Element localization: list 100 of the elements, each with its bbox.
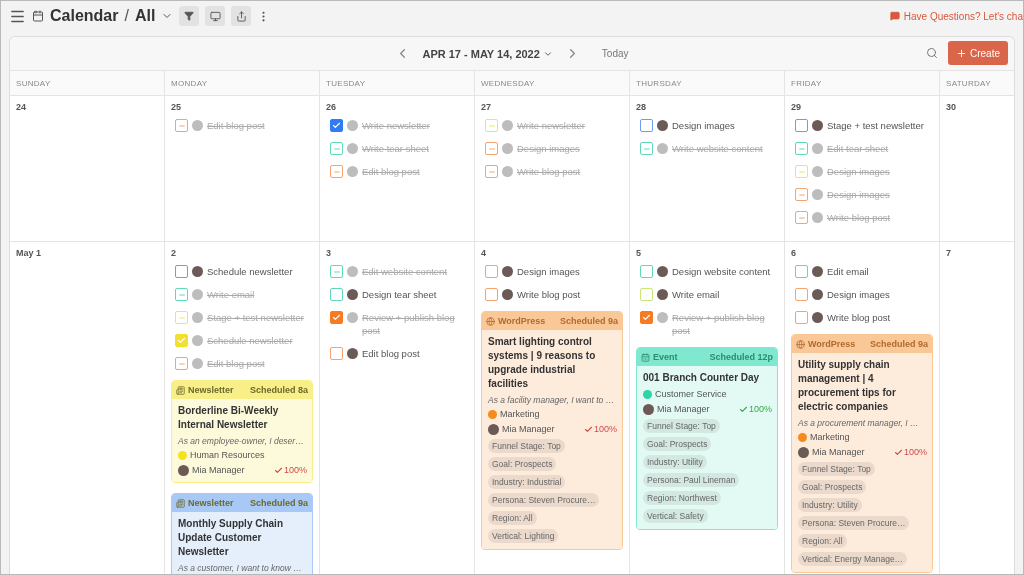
task-label[interactable]: Edit blog post (362, 347, 420, 360)
check-icon (177, 336, 186, 345)
card-type-icon (641, 352, 650, 362)
task-label[interactable]: Edit email (827, 265, 869, 278)
task-label[interactable]: Design images (672, 119, 735, 132)
task-checkbox[interactable] (640, 311, 653, 324)
task-checkbox[interactable] (330, 165, 343, 178)
task-label[interactable]: Write blog post (517, 288, 581, 301)
task-checkbox[interactable] (640, 265, 653, 278)
content-card[interactable]: Newsletter Scheduled 8a Borderline Bi-Weekly Internal Newsletter As an employee-owner, I deser… Human Resources Mia Manager 100% (171, 380, 313, 483)
task-checkbox[interactable] (485, 288, 498, 301)
task-label[interactable]: Schedule newsletter (207, 334, 293, 347)
tag: Funnel Stage: Top (488, 439, 565, 453)
task-checkbox[interactable] (175, 288, 188, 301)
task-checkbox[interactable] (330, 265, 343, 278)
task-checkbox[interactable] (795, 188, 808, 201)
weekday-header: FRIDAY (785, 71, 940, 95)
content-card[interactable] (791, 334, 933, 573)
task-label[interactable]: Design images (827, 188, 890, 201)
task-label[interactable]: Write blog post (827, 311, 891, 324)
owner-name: Mia Manager (192, 465, 245, 475)
task-checkbox[interactable] (795, 142, 808, 155)
task-checkbox[interactable] (175, 265, 188, 278)
content-card[interactable]: Newsletter Scheduled 9a Monthly Supply Chain Update Customer Newsletter As a customer, I want to know … (171, 493, 313, 574)
card-title: Utility supply chain management | 4 procurement tips for electric companies (798, 358, 897, 414)
task-checkbox[interactable] (330, 288, 343, 301)
check-icon (332, 121, 341, 130)
tag: Vertical: Safety (643, 509, 708, 523)
help-link[interactable]: Have Questions? Let's cha (889, 10, 1023, 22)
tag: Industry: Utility (643, 455, 707, 469)
date-number: 7 (945, 248, 951, 260)
task-checkbox[interactable] (485, 165, 498, 178)
task-checkbox[interactable] (330, 347, 343, 360)
task-checkbox[interactable] (485, 265, 498, 278)
owner-name: Mia Manager (812, 447, 865, 457)
share-icon[interactable] (231, 6, 252, 26)
card-description: As a facility manager, I want to … (488, 395, 616, 405)
avatar-icon (502, 143, 513, 154)
task-label[interactable]: Edit blog post (207, 119, 265, 132)
date-number: May 1 (15, 248, 41, 260)
task-label[interactable]: Edit website content (362, 265, 448, 278)
task-label[interactable]: Design images (827, 288, 890, 301)
task-checkbox[interactable] (330, 142, 343, 155)
task-label[interactable]: Write tear sheet (362, 142, 429, 155)
task-checkbox[interactable] (640, 119, 653, 132)
task-label[interactable]: Edit tear sheet (827, 142, 889, 155)
check-icon (583, 424, 593, 434)
task-checkbox[interactable] (485, 142, 498, 155)
task-checkbox[interactable] (795, 288, 808, 301)
date-range-button[interactable]: APR 17 - MAY 14, 2022 (422, 47, 553, 60)
today-button[interactable]: Today (591, 48, 629, 59)
task-label[interactable]: Edit blog post (207, 357, 265, 370)
task-label[interactable]: Write website content (672, 142, 763, 155)
task-label[interactable]: Design images (827, 165, 890, 178)
date-number: 29 (790, 102, 801, 114)
avatar-icon (488, 424, 499, 435)
avatar-icon (347, 266, 358, 277)
avatar-icon (812, 266, 823, 277)
content-card[interactable] (481, 311, 623, 550)
task-label[interactable]: Design images (517, 265, 580, 278)
task-label[interactable]: Stage + test newsletter (827, 119, 924, 132)
category-name: Marketing (500, 409, 540, 419)
task-checkbox[interactable] (795, 119, 808, 132)
content-card[interactable]: Event Scheduled 12p 001 Branch Counter Day Customer Service Mia Manager 100% Funnel Stage: Top Goal: Prospects Industry: Utility Persona: Paul Lineman Region: Northwest Vertical: Safety (636, 347, 778, 530)
tag: Goal: Prospects (643, 437, 712, 451)
card-title: Smart lighting control systems | 9 reasons to upgrade industrial facilities (488, 335, 597, 391)
task-checkbox[interactable] (795, 265, 808, 278)
task-label[interactable]: Write blog post (517, 165, 581, 178)
task-label[interactable]: Write email (672, 288, 720, 301)
task-checkbox[interactable] (795, 211, 808, 224)
card-type-icon (176, 498, 185, 508)
task-checkbox[interactable] (175, 357, 188, 370)
page-title: Calendar (50, 7, 119, 25)
filter-icon[interactable] (179, 6, 200, 26)
task-label[interactable]: Write newsletter (362, 119, 430, 132)
search-icon[interactable] (926, 47, 938, 59)
task-label[interactable]: Schedule newsletter (207, 265, 293, 278)
task-label[interactable]: Design website content (672, 265, 771, 278)
task-label[interactable]: Write newsletter (517, 119, 585, 132)
task-checkbox[interactable] (330, 311, 343, 324)
task-label[interactable]: Stage + test newsletter (207, 311, 304, 324)
tag: Region: Northwest (643, 491, 721, 505)
monitor-icon[interactable] (205, 6, 226, 26)
task-checkbox[interactable] (795, 311, 808, 324)
task-checkbox[interactable] (175, 119, 188, 132)
task-checkbox[interactable] (640, 142, 653, 155)
task-label[interactable]: Design images (517, 142, 580, 155)
chat-icon (889, 11, 900, 21)
avatar-icon (347, 289, 358, 300)
avatar-icon (192, 120, 203, 131)
task-label[interactable]: Write email (207, 288, 255, 301)
task-checkbox[interactable] (330, 119, 343, 132)
task-label[interactable]: Edit blog post (362, 165, 420, 178)
task-label[interactable]: Review + publish blog post (362, 311, 467, 337)
task-label[interactable]: Review + publish blog post (672, 311, 777, 337)
avatar-icon (812, 212, 823, 223)
create-button[interactable]: Create (948, 41, 1008, 65)
view-name[interactable]: All (134, 7, 156, 25)
task-label[interactable]: Design tear sheet (362, 288, 437, 301)
task-label[interactable]: Write blog post (827, 211, 891, 224)
